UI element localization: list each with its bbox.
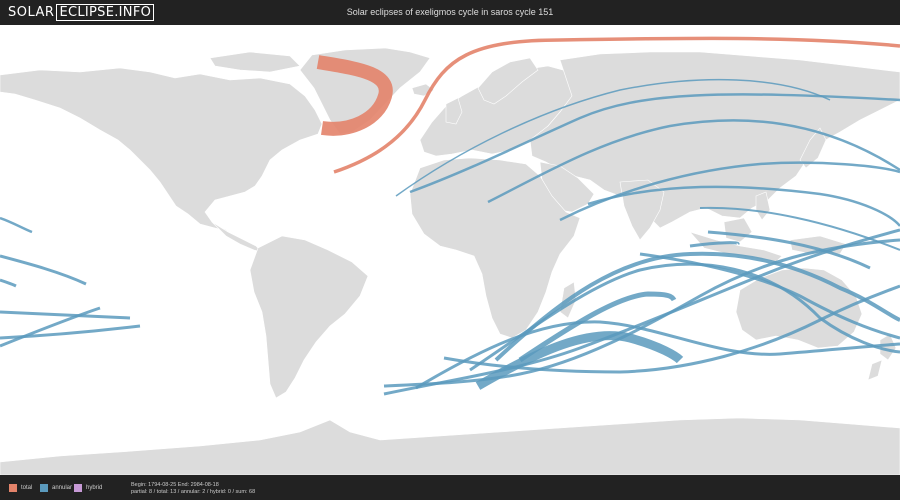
eclipse-path-annular[interactable] [0, 278, 17, 288]
south-america-landmass [249, 235, 369, 399]
header-bar: SOLAR ECLIPSE.INFO Solar eclipses of exe… [0, 0, 900, 25]
eclipse-path-annular[interactable] [0, 216, 33, 234]
legend-hybrid-label: hybrid [86, 485, 103, 491]
world-map[interactable] [0, 25, 900, 475]
stats-counts: partial: 8 / total: 13 / annular: 2 / hy… [131, 489, 256, 495]
stats-range: Begin: 1794-08-25 End: 2984-08-18 [131, 482, 219, 488]
annular-swatch-icon [40, 484, 48, 492]
legend-total: total [9, 484, 32, 492]
arctic-islands [209, 51, 301, 73]
page-title: Solar eclipses of exeligmos cycle in sar… [346, 7, 554, 17]
hybrid-swatch-icon [74, 484, 82, 492]
legend-annular: annular [40, 484, 72, 492]
footer-bar: total annular hybrid Begin: 1794-08-25 E… [0, 475, 900, 500]
eclipse-stats: Begin: 1794-08-25 End: 2984-08-18 partia… [131, 482, 255, 496]
new-zealand [867, 333, 897, 381]
central-america-landmass [211, 221, 263, 253]
antarctica-landmass [0, 417, 900, 475]
borneo [723, 217, 753, 243]
eclipse-path-annular[interactable] [0, 254, 87, 286]
total-swatch-icon [9, 484, 17, 492]
legend-hybrid: hybrid [74, 484, 102, 492]
north-america-landmass [0, 67, 323, 237]
legend-annular-label: annular [52, 485, 73, 491]
legend-total-label: total [21, 485, 33, 491]
eclipse-path-annular[interactable] [0, 310, 131, 320]
